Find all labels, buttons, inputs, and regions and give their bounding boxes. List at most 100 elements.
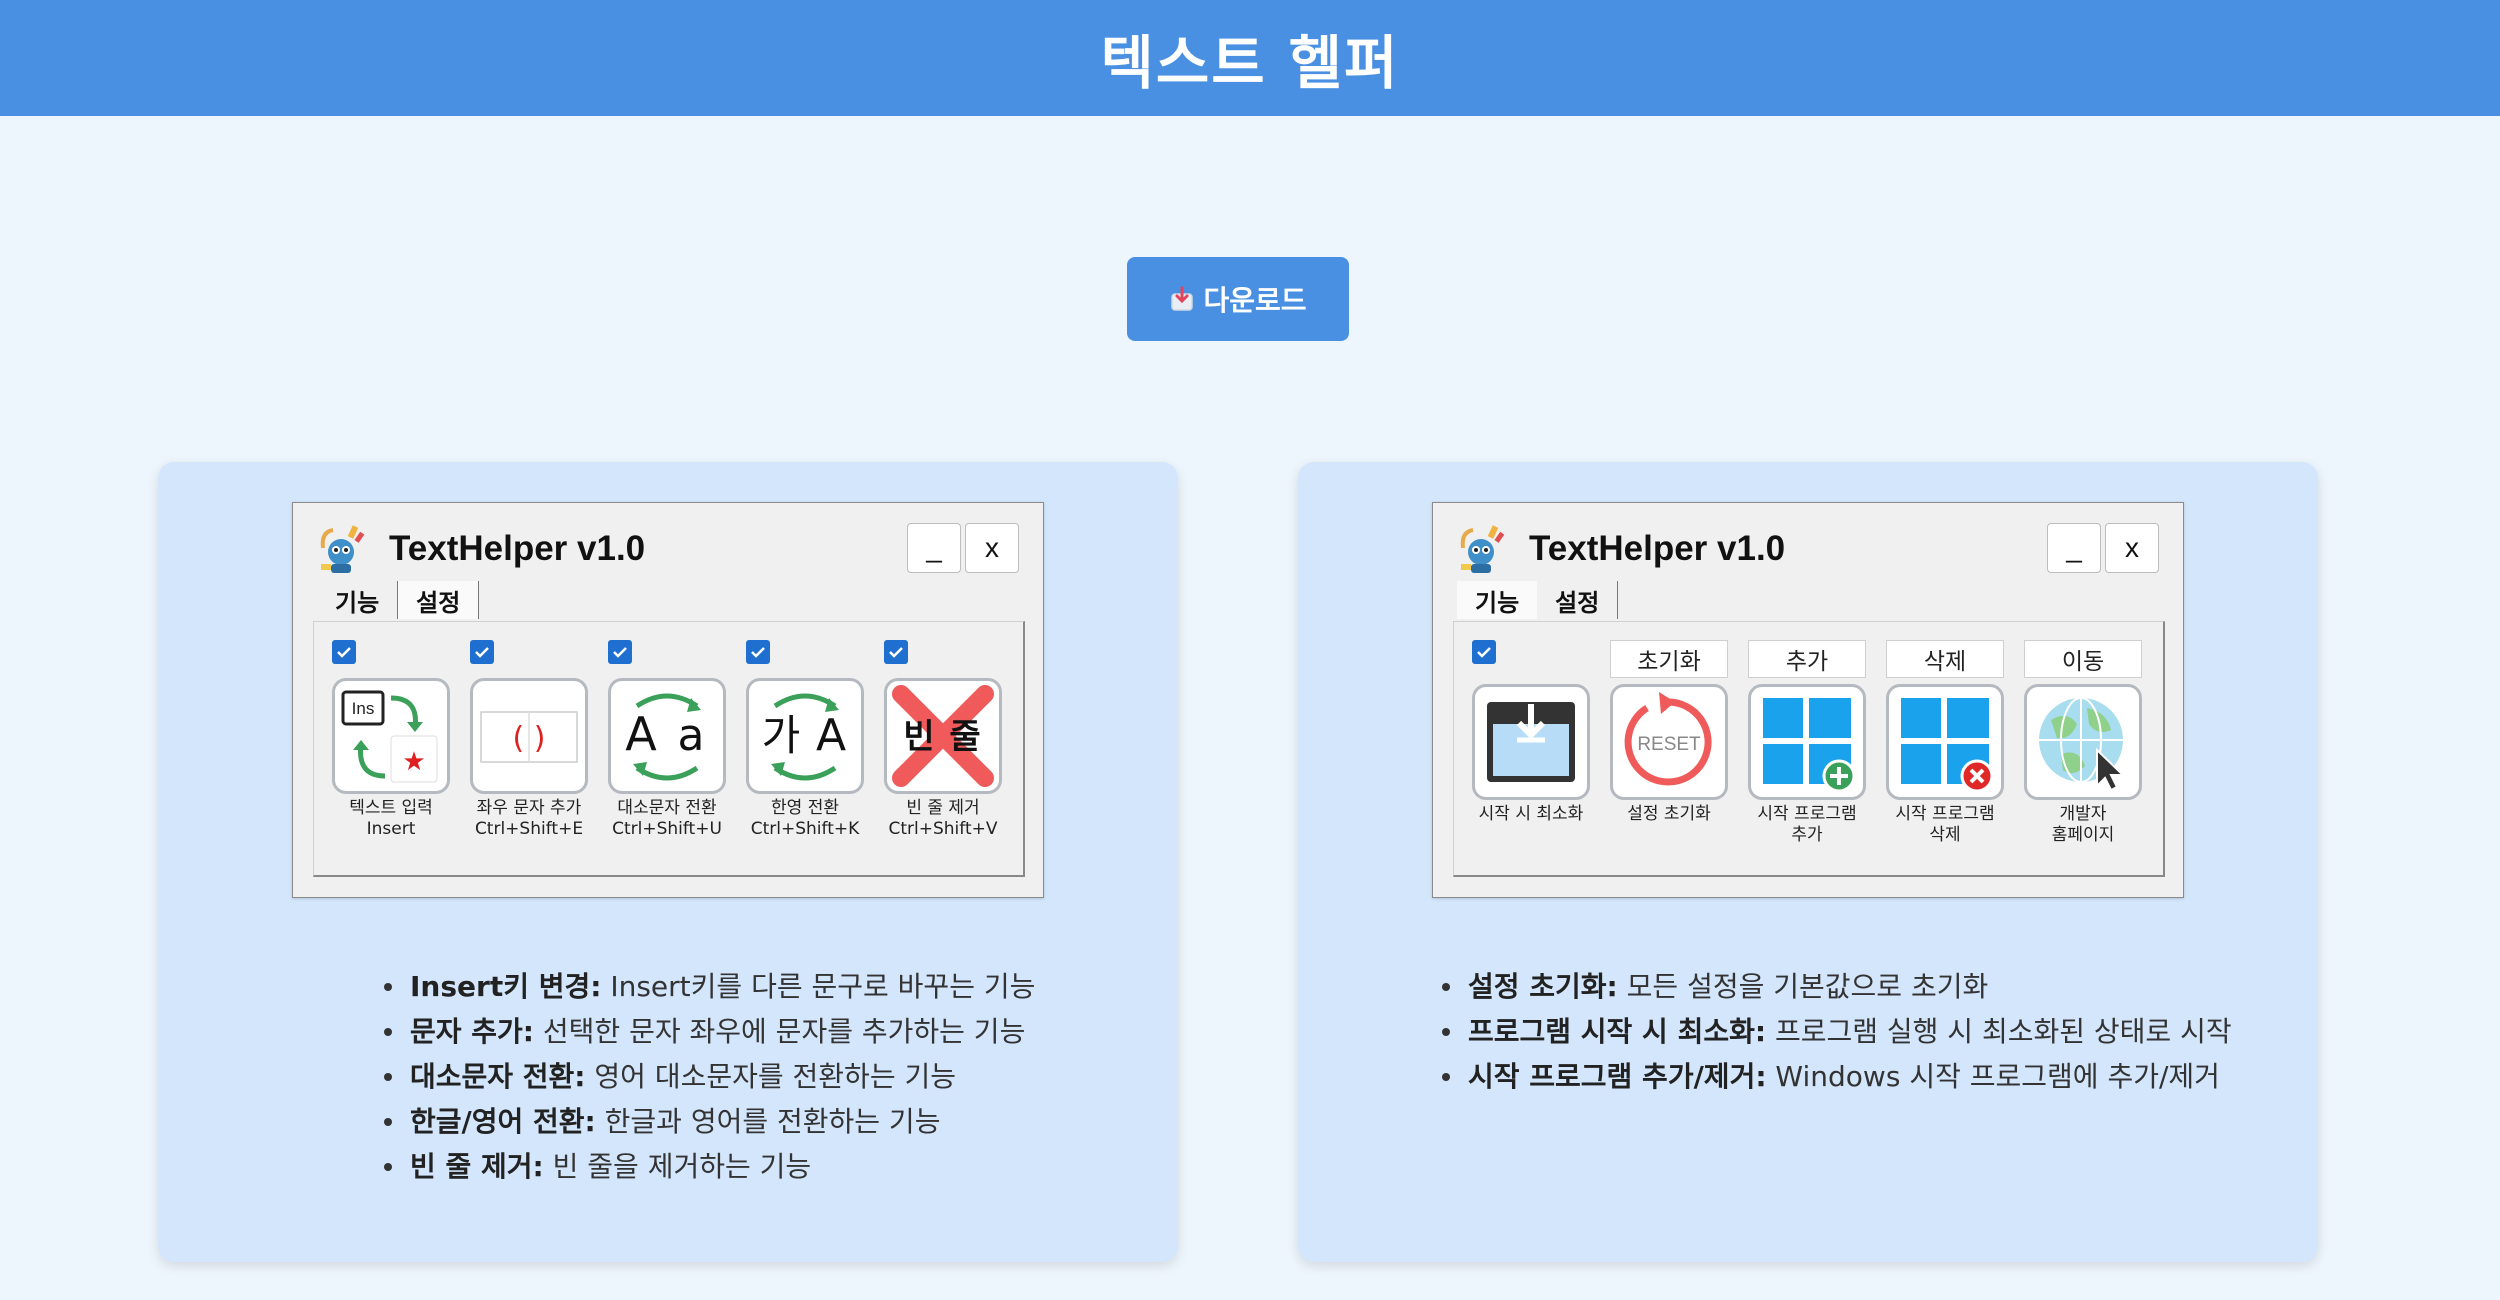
lang-toggle-button[interactable]: 가 A bbox=[746, 678, 864, 794]
svg-text:가: 가 bbox=[762, 711, 801, 760]
list-item: 설정 초기화: 모든 설정을 기본값으로 초기화 bbox=[1438, 964, 2232, 1009]
checkmark-icon bbox=[1477, 647, 1491, 658]
caption-line2: Ctrl+Shift+V bbox=[888, 819, 998, 839]
list-item: 빈 줄 제거: 빈 줄을 제거하는 기능 bbox=[380, 1144, 1035, 1189]
app-window-settings: TextHelper v1.0 _ x 기능 설정 시작 시 최소화 초기화 R… bbox=[1432, 502, 2184, 898]
checkmark-icon bbox=[337, 647, 351, 658]
robot-logo-icon bbox=[1460, 525, 1505, 573]
settings-list: 설정 초기화: 모든 설정을 기본값으로 초기화 프로그램 시작 시 최소화: … bbox=[1438, 964, 2232, 1099]
window-title: TextHelper v1.0 bbox=[389, 529, 646, 568]
caption-line2: Ctrl+Shift+K bbox=[750, 819, 860, 839]
caption-line2: 홈페이지 bbox=[2051, 825, 2115, 845]
case-toggle-icon: A a bbox=[625, 693, 705, 781]
minimize-start-checkbox[interactable] bbox=[1472, 640, 1496, 664]
caption-line1: 시작 프로그램 bbox=[1895, 804, 1995, 824]
windows-add-icon bbox=[1763, 698, 1856, 793]
caption-line1: 대소문자 전환 bbox=[617, 798, 717, 818]
caption-line1: 개발자 bbox=[2059, 804, 2107, 824]
checkmark-icon bbox=[751, 647, 765, 658]
close-button[interactable]: x bbox=[965, 523, 1019, 573]
close-button[interactable]: x bbox=[2105, 523, 2159, 573]
setting-caption: 개발자 홈페이지 bbox=[2004, 804, 2162, 846]
svg-text:Ins: Ins bbox=[352, 699, 375, 718]
page-title: 텍스트 헬퍼 bbox=[1100, 29, 1400, 97]
brackets-button[interactable]: ( ) bbox=[470, 678, 588, 794]
feature-checkbox[interactable] bbox=[608, 640, 632, 664]
minimize-button[interactable]: _ bbox=[2047, 523, 2101, 573]
setting-caption: 시작 프로그램 삭제 bbox=[1866, 804, 2024, 846]
feature-checkbox[interactable] bbox=[746, 640, 770, 664]
globe-cursor-icon bbox=[2039, 697, 2126, 792]
brackets-icon: ( ) bbox=[480, 711, 578, 763]
minimize-start-button[interactable] bbox=[1472, 684, 1590, 800]
blank-line-remove-icon: 빈 줄 bbox=[892, 685, 994, 787]
feature-caption: 좌우 문자 추가 Ctrl+Shift+E bbox=[450, 798, 608, 840]
startup-remove-tile[interactable] bbox=[1886, 684, 2004, 800]
list-item: 대소문자 전환: 영어 대소문자를 전환하는 기능 bbox=[380, 1054, 1035, 1099]
caption-line1: 설정 초기화 bbox=[1627, 804, 1711, 824]
list-item: 시작 프로그램 추가/제거: Windows 시작 프로그램에 추가/제거 bbox=[1438, 1054, 2232, 1099]
setting-caption: 설정 초기화 bbox=[1590, 804, 1748, 825]
settings-card: TextHelper v1.0 _ x 기능 설정 시작 시 최소화 초기화 R… bbox=[1298, 462, 2318, 1262]
caption-line2: 삭제 bbox=[1929, 825, 1961, 845]
homepage-tile[interactable] bbox=[2024, 684, 2142, 800]
feature-checkbox[interactable] bbox=[332, 640, 356, 664]
list-item: Insert키 변경: Insert키를 다른 문구로 바꾸는 기능 bbox=[380, 964, 1035, 1009]
svg-text:줄: 줄 bbox=[949, 717, 980, 757]
list-item: 문자 추가: 선택한 문자 좌우에 문자를 추가하는 기능 bbox=[380, 1009, 1035, 1054]
download-label: 다운로드 bbox=[1203, 284, 1307, 317]
svg-text:a: a bbox=[678, 710, 705, 761]
lang-toggle-icon: 가 A bbox=[762, 693, 846, 781]
svg-text:A: A bbox=[816, 710, 846, 761]
tab-bar: 기능 설정 bbox=[317, 581, 480, 623]
tab-settings[interactable]: 설정 bbox=[398, 581, 480, 619]
feature-checkbox[interactable] bbox=[884, 640, 908, 664]
setting-caption: 시작 시 최소화 bbox=[1452, 804, 1610, 825]
feature-checkbox[interactable] bbox=[470, 640, 494, 664]
window-titlebar: TextHelper v1.0 bbox=[1457, 523, 1785, 575]
tab-settings[interactable]: 설정 bbox=[1537, 581, 1619, 619]
reset-button[interactable]: 초기화 bbox=[1610, 640, 1728, 678]
caption-line1: 텍스트 입력 bbox=[349, 798, 433, 818]
caption-line1: 좌우 문자 추가 bbox=[476, 798, 582, 818]
features-panel: Ins ★ 텍스트 입력 Insert () 좌우 문자 추가 Ctrl+Sh… bbox=[313, 621, 1025, 877]
caption-line1: 한영 전환 bbox=[771, 798, 839, 818]
caption-line1: 시작 프로그램 bbox=[1757, 804, 1857, 824]
window-titlebar: TextHelper v1.0 bbox=[317, 523, 645, 575]
tab-features[interactable]: 기능 bbox=[317, 581, 399, 619]
window-title: TextHelper v1.0 bbox=[1529, 529, 1786, 568]
download-icon bbox=[1171, 286, 1194, 311]
minimize-start-icon bbox=[1487, 702, 1575, 782]
homepage-move-button[interactable]: 이동 bbox=[2024, 640, 2142, 678]
robot-logo-icon bbox=[320, 525, 365, 573]
case-toggle-button[interactable]: A a bbox=[608, 678, 726, 794]
startup-remove-button[interactable]: 삭제 bbox=[1886, 640, 2004, 678]
tab-features[interactable]: 기능 bbox=[1457, 581, 1538, 619]
caption-line2: 추가 bbox=[1791, 825, 1823, 845]
blank-line-remove-button[interactable]: 빈 줄 bbox=[884, 678, 1002, 794]
list-item: 한글/영어 전환: 한글과 영어를 전환하는 기능 bbox=[380, 1099, 1035, 1144]
svg-text:( ): ( ) bbox=[513, 721, 546, 756]
caption-line1: 빈 줄 제거 bbox=[906, 798, 980, 818]
tab-bar: 기능 설정 bbox=[1457, 581, 1619, 623]
download-button[interactable]: 다운로드 bbox=[1127, 257, 1349, 341]
insert-button[interactable]: Ins ★ bbox=[332, 678, 450, 794]
startup-add-button[interactable]: 추가 bbox=[1748, 640, 1866, 678]
svg-text:빈: 빈 bbox=[903, 717, 934, 757]
feature-caption: 대소문자 전환 Ctrl+Shift+U bbox=[588, 798, 746, 840]
startup-add-tile[interactable] bbox=[1748, 684, 1866, 800]
settings-panel: 시작 시 최소화 초기화 RESET 설정 초기화 추가 시작 프로그램 추가 … bbox=[1453, 621, 2165, 877]
app-window-features: TextHelper v1.0 _ x 기능 설정 Ins ★ 텍스트 입력 I… bbox=[292, 502, 1044, 898]
insert-icon: Ins ★ bbox=[341, 690, 438, 783]
reset-icon: RESET bbox=[1624, 692, 1712, 786]
windows-remove-icon bbox=[1901, 698, 1994, 793]
checkmark-icon bbox=[889, 647, 903, 658]
caption-line1: 시작 시 최소화 bbox=[1478, 804, 1584, 824]
caption-line2: Insert bbox=[366, 819, 416, 839]
checkmark-icon bbox=[475, 647, 489, 658]
feature-caption: 텍스트 입력 Insert bbox=[312, 798, 470, 840]
minimize-button[interactable]: _ bbox=[907, 523, 961, 573]
reset-tile[interactable]: RESET bbox=[1610, 684, 1728, 800]
features-list: Insert키 변경: Insert키를 다른 문구로 바꾸는 기능 문자 추가… bbox=[380, 964, 1035, 1189]
svg-text:RESET: RESET bbox=[1637, 734, 1701, 755]
